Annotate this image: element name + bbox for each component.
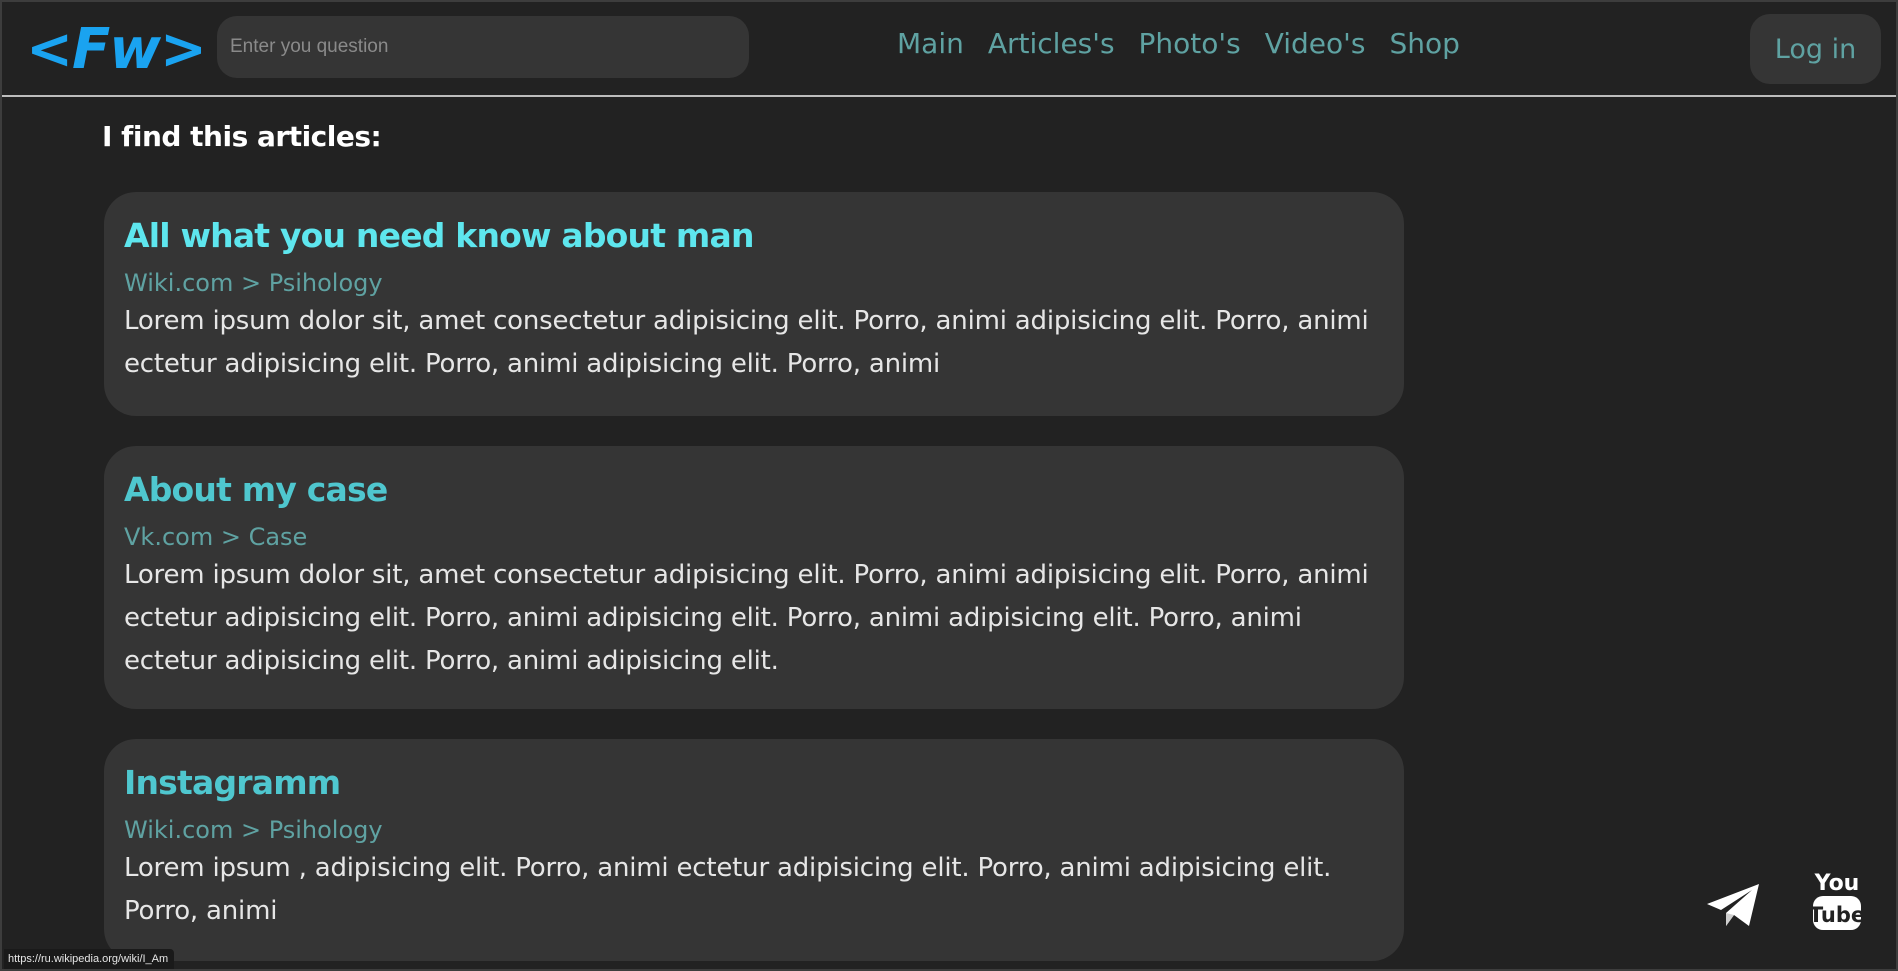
- article-title-link[interactable]: About my case: [124, 468, 388, 512]
- nav-main[interactable]: Main: [897, 24, 964, 64]
- youtube-icon: You Tube: [1809, 871, 1865, 930]
- search-bar[interactable]: [217, 16, 749, 78]
- article-title-link[interactable]: Instagramm: [124, 761, 341, 805]
- search-input[interactable]: [228, 35, 732, 59]
- nav-videos[interactable]: Video's: [1265, 24, 1366, 64]
- article-snippet: Lorem ipsum dolor sit, amet consectetur …: [124, 306, 1369, 379]
- nav-shop[interactable]: Shop: [1389, 24, 1459, 64]
- youtube-link[interactable]: You Tube: [1809, 868, 1865, 932]
- article-source: Vk.com > Case: [124, 523, 308, 551]
- telegram-link[interactable]: [1705, 882, 1761, 928]
- article-card: All what you need know about man Wiki.co…: [104, 192, 1404, 416]
- youtube-label-top: You: [1814, 871, 1860, 896]
- article-card: Instagramm Wiki.com > Psihology Lorem ip…: [104, 739, 1404, 961]
- app-frame: <Fw> Main Articles's Photo's Video's Sho…: [0, 0, 1898, 971]
- nav-articles[interactable]: Articles's: [988, 24, 1115, 64]
- telegram-icon: [1707, 884, 1759, 926]
- main-nav: Main Articles's Photo's Video's Shop: [897, 24, 1460, 64]
- header: <Fw> Main Articles's Photo's Video's Sho…: [2, 2, 1896, 97]
- article-snippet: Lorem ipsum dolor sit, amet consectetur …: [124, 560, 1369, 676]
- article-source: Wiki.com > Psihology: [124, 816, 383, 844]
- nav-photos[interactable]: Photo's: [1139, 24, 1241, 64]
- logo-text: <Fw>: [28, 17, 204, 78]
- logo[interactable]: <Fw>: [28, 16, 204, 78]
- article-card: About my case Vk.com > Case Lorem ipsum …: [104, 446, 1404, 709]
- login-button[interactable]: Log in: [1750, 14, 1881, 84]
- status-bar-url: https://ru.wikipedia.org/wiki/I_Am: [4, 949, 175, 969]
- youtube-label-bottom: Tube: [1812, 903, 1862, 927]
- article-source: Wiki.com > Psihology: [124, 269, 383, 297]
- results-heading: I find this articles:: [102, 120, 382, 153]
- article-snippet: Lorem ipsum , adipisicing elit. Porro, a…: [124, 853, 1332, 926]
- article-title-link[interactable]: All what you need know about man: [124, 214, 754, 258]
